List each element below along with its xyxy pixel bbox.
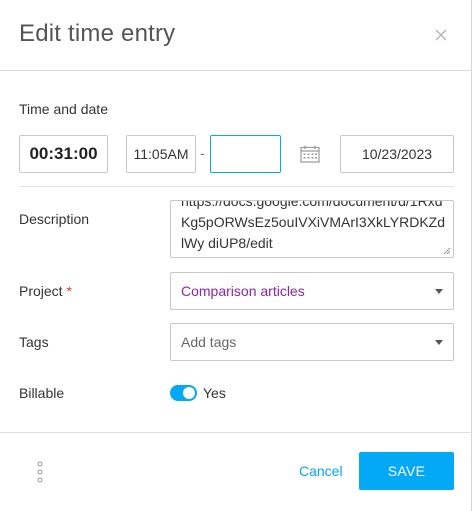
tags-placeholder: Add tags: [181, 334, 237, 350]
save-button[interactable]: SAVE: [359, 452, 454, 490]
section-divider: [19, 186, 454, 187]
billable-state-text: Yes: [203, 385, 226, 401]
project-label-text: Project: [19, 283, 63, 299]
time-and-date-label: Time and date: [19, 101, 108, 117]
description-label: Description: [19, 211, 90, 227]
resize-handle-icon[interactable]: [443, 247, 451, 255]
end-time-input[interactable]: [210, 135, 281, 173]
edit-time-entry-dialog: Edit time entry Time and date 00:31:00 1…: [0, 0, 472, 511]
start-time-input[interactable]: 11:05AM: [126, 135, 196, 173]
cancel-button[interactable]: Cancel: [299, 463, 343, 479]
duration-input[interactable]: 00:31:00: [19, 135, 108, 173]
tags-label: Tags: [19, 334, 49, 350]
tags-select[interactable]: Add tags: [170, 323, 454, 361]
description-value: https://docs.google.com/document/d/1Rxd …: [181, 200, 446, 251]
time-separator: -: [200, 145, 205, 161]
project-label: Project *: [19, 283, 72, 299]
dialog-title: Edit time entry: [19, 20, 176, 47]
billable-toggle[interactable]: [170, 385, 197, 401]
dialog-footer: Cancel SAVE: [0, 432, 472, 511]
date-input[interactable]: 10/23/2023: [340, 135, 454, 173]
project-value: Comparison articles: [181, 283, 305, 299]
calendar-icon[interactable]: [300, 145, 320, 163]
chevron-down-icon: [435, 289, 443, 294]
toggle-knob: [183, 387, 195, 399]
dialog-header: Edit time entry: [0, 0, 472, 71]
billable-label: Billable: [19, 385, 65, 401]
required-marker: *: [66, 283, 72, 299]
more-vertical-icon[interactable]: [36, 461, 44, 483]
close-icon[interactable]: [432, 26, 450, 44]
chevron-down-icon: [435, 340, 443, 345]
description-textarea[interactable]: https://docs.google.com/document/d/1Rxd …: [170, 200, 454, 258]
project-select[interactable]: Comparison articles: [170, 272, 454, 310]
